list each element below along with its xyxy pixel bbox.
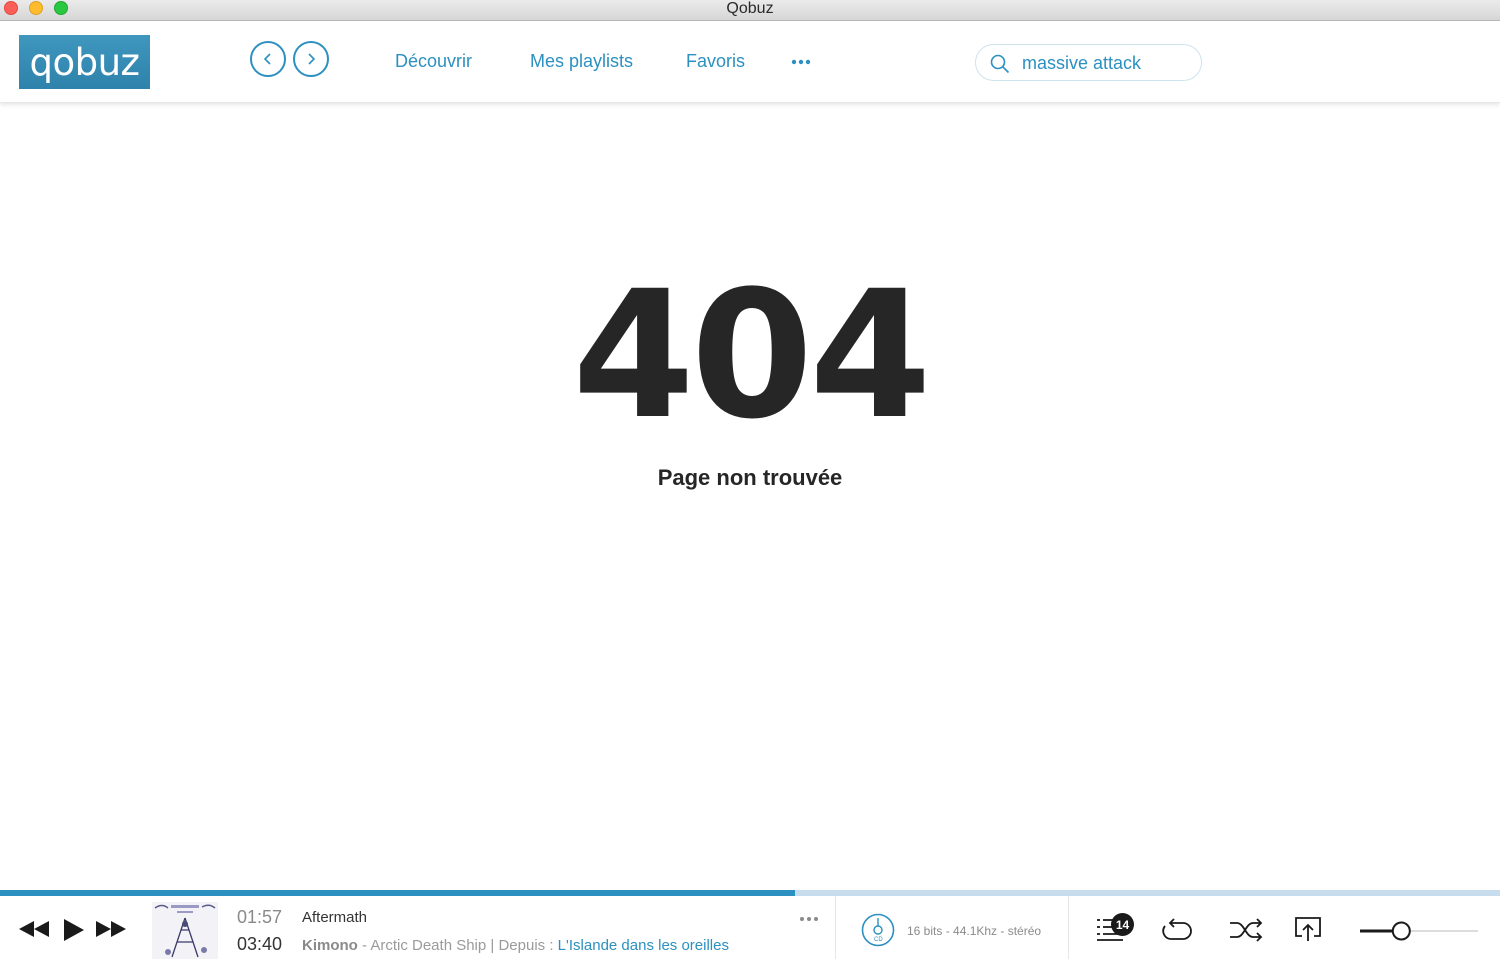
chevron-right-icon xyxy=(308,53,316,65)
app-header: qobuz Découvrir Mes playlists Favoris xyxy=(0,21,1500,103)
track-subtitle: Kimono - Arctic Death Ship | Depuis : L'… xyxy=(302,937,729,954)
artist-name[interactable]: Arctic Death Ship xyxy=(370,937,486,954)
player-bar: 01:57 03:40 Aftermath Kimono - Arctic De… xyxy=(0,896,1500,959)
shuffle-icon[interactable] xyxy=(1229,918,1263,942)
album-cover[interactable] xyxy=(152,902,218,959)
svg-text:CD: CD xyxy=(874,937,883,943)
audio-quality: 16 bits - 44.1Khz - stéréo xyxy=(907,924,1042,938)
logo-text: qobuz xyxy=(29,40,140,84)
nav-my-playlists[interactable]: Mes playlists xyxy=(530,50,633,72)
previous-track-icon[interactable] xyxy=(18,920,50,938)
search-icon xyxy=(990,54,1010,74)
repeat-icon[interactable] xyxy=(1161,918,1193,942)
error-message: Page non trouvée xyxy=(657,465,843,490)
source-prefix: | Depuis : xyxy=(486,937,558,954)
playlist-link[interactable]: L'Islande dans les oreilles xyxy=(558,937,729,954)
time-elapsed: 01:57 xyxy=(237,907,283,927)
play-icon[interactable] xyxy=(63,918,85,942)
qobuz-logo[interactable]: qobuz xyxy=(19,35,150,89)
more-dots-icon[interactable] xyxy=(791,59,811,65)
track-more-icon[interactable] xyxy=(799,916,819,922)
nav-favorites[interactable]: Favoris xyxy=(686,50,745,72)
forward-button[interactable] xyxy=(293,41,329,77)
back-button[interactable] xyxy=(250,41,286,77)
time-total: 03:40 xyxy=(237,934,283,954)
volume-slider[interactable] xyxy=(1358,920,1480,942)
search-input[interactable] xyxy=(1022,50,1192,76)
cd-quality-icon: CD xyxy=(861,913,895,947)
player-divider xyxy=(835,896,836,959)
queue-count-badge: 14 xyxy=(1111,913,1134,936)
search-box[interactable] xyxy=(975,44,1202,81)
album-name[interactable]: Kimono xyxy=(302,937,358,954)
airplay-icon[interactable] xyxy=(1293,916,1323,942)
nav-discover[interactable]: Découvrir xyxy=(395,50,472,72)
subtitle-separator: - xyxy=(357,937,371,954)
next-track-icon[interactable] xyxy=(95,920,127,938)
chevron-left-icon xyxy=(263,53,271,65)
track-title[interactable]: Aftermath xyxy=(302,909,367,926)
window-titlebar: Qobuz xyxy=(0,0,1500,21)
volume-knob[interactable] xyxy=(1391,921,1411,941)
window-title: Qobuz xyxy=(726,0,774,17)
player-divider xyxy=(1068,896,1069,959)
error-code: 404 xyxy=(572,253,931,458)
album-cover-art-icon xyxy=(152,902,218,959)
